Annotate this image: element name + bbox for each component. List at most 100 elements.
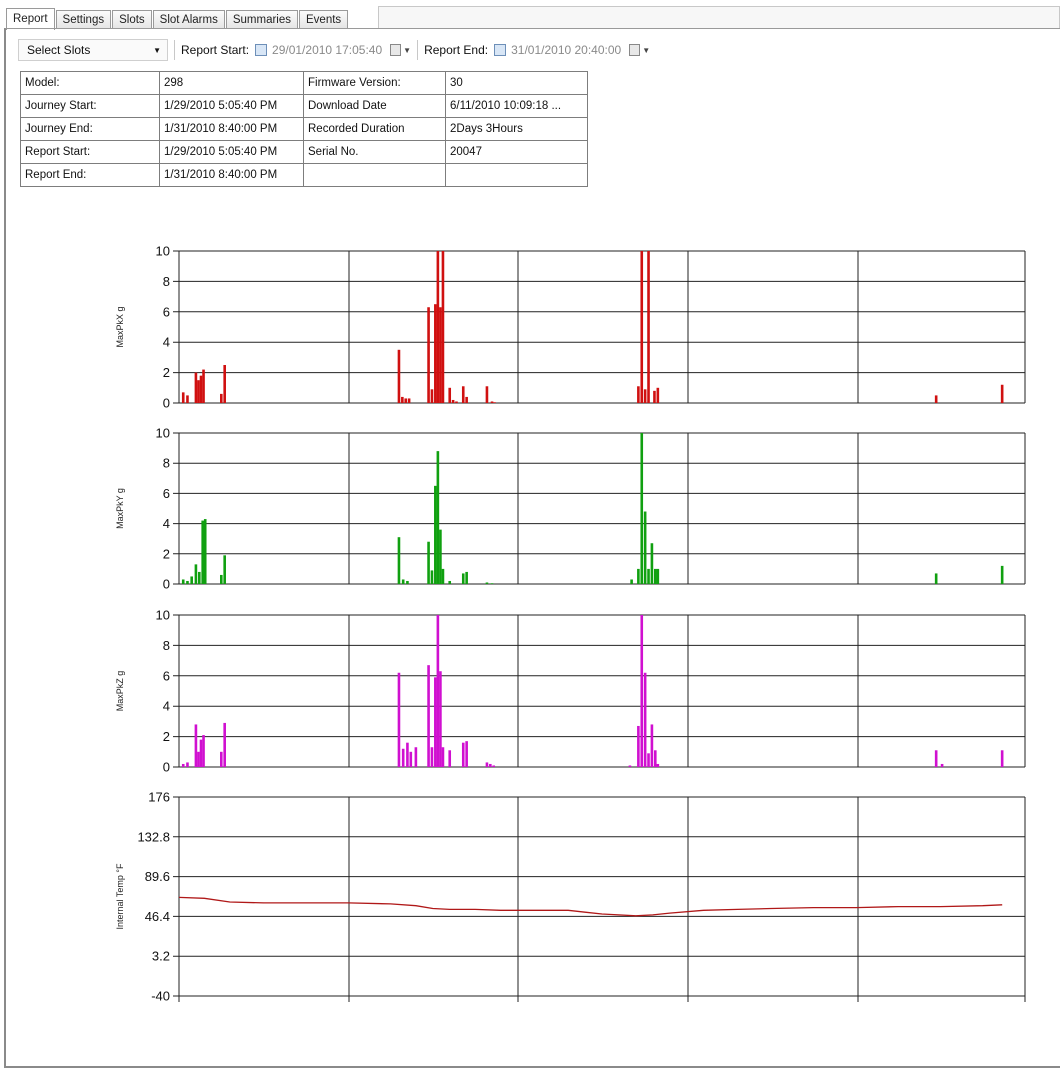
y-tick-label: 8	[163, 274, 170, 289]
data-bar	[461, 573, 465, 584]
data-bar	[485, 582, 489, 584]
data-bar	[465, 741, 468, 767]
data-bar	[223, 722, 226, 767]
data-bar	[934, 573, 938, 584]
data-bar	[439, 529, 442, 584]
data-bar	[181, 763, 185, 767]
data-bar	[656, 568, 660, 584]
data-bar	[427, 541, 430, 584]
y-tick-label: 8	[163, 638, 170, 653]
data-bar	[203, 519, 207, 584]
data-bar	[637, 386, 640, 403]
y-tick-label: 6	[163, 304, 170, 319]
data-bar	[490, 583, 494, 584]
data-bar	[640, 615, 644, 767]
data-bar	[647, 753, 650, 767]
data-bar	[628, 765, 632, 767]
data-bar	[490, 401, 494, 403]
data-bar	[202, 735, 205, 767]
data-bar	[461, 386, 465, 403]
y-axis-label: MaxPkY g	[115, 488, 125, 529]
sensor-charts: 10 8 6 4 2 0 MaxPkX g 10 8 6 4 2 0 MaxPkY g 10 8 6 4 2 0 Max…	[115, 244, 1026, 1004]
y-tick-label: 8	[163, 456, 170, 471]
data-bar	[427, 307, 430, 403]
y-tick-label: -40	[151, 989, 170, 1004]
data-bar	[461, 742, 465, 767]
data-bar	[637, 568, 640, 584]
data-bar	[643, 511, 647, 584]
y-tick-label: 0	[163, 577, 170, 592]
data-bar	[441, 251, 445, 403]
data-bar	[199, 375, 203, 403]
data-bar	[650, 724, 654, 767]
data-bar	[430, 570, 434, 584]
data-bar	[202, 369, 205, 403]
data-bar	[934, 395, 938, 403]
data-bar	[485, 762, 489, 767]
data-bar	[220, 574, 223, 584]
data-bar	[451, 399, 455, 403]
y-tick-label: 10	[156, 608, 170, 623]
y-tick-label: 6	[163, 486, 170, 501]
data-bar	[194, 724, 198, 767]
y-tick-label: 0	[163, 760, 170, 775]
data-bar	[427, 665, 430, 767]
y-tick-label: 6	[163, 668, 170, 683]
data-bar	[1000, 750, 1004, 767]
data-bar	[643, 672, 647, 767]
data-bar	[194, 372, 198, 403]
data-bar	[201, 520, 204, 584]
data-bar	[397, 672, 401, 767]
data-bar	[186, 395, 189, 403]
data-bar	[430, 389, 434, 403]
data-bar	[406, 580, 409, 584]
data-bar	[404, 398, 408, 403]
data-bar	[430, 747, 434, 767]
data-bar	[647, 251, 650, 403]
y-tick-label: 4	[163, 335, 170, 350]
data-bar	[181, 579, 185, 584]
y-tick-label: 4	[163, 516, 170, 531]
data-bar	[441, 747, 445, 767]
data-bar	[434, 485, 437, 584]
data-bar	[653, 750, 657, 767]
data-bar	[181, 392, 185, 403]
data-bar	[197, 380, 200, 403]
data-bar	[397, 537, 401, 584]
data-bar	[220, 751, 223, 767]
data-bar	[940, 763, 944, 767]
y-tick-label: 10	[156, 244, 170, 259]
data-bar	[630, 579, 633, 584]
data-bar	[653, 390, 656, 403]
data-bar	[650, 543, 654, 584]
data-bar	[640, 251, 644, 403]
data-bar	[1000, 384, 1004, 403]
data-bar	[406, 742, 409, 767]
data-bar	[194, 564, 198, 584]
data-bar	[401, 579, 405, 584]
y-tick-label: 89.6	[145, 869, 170, 884]
y-tick-label: 10	[156, 426, 170, 441]
data-bar	[190, 576, 193, 584]
data-bar	[409, 751, 413, 767]
data-bar	[199, 739, 203, 767]
y-tick-label: 3.2	[152, 949, 170, 964]
data-bar	[643, 389, 647, 403]
data-bar	[439, 307, 442, 403]
y-tick-label: 46.4	[145, 909, 170, 924]
y-tick-label: 4	[163, 699, 170, 714]
data-bar	[647, 568, 650, 584]
data-bar	[436, 615, 440, 767]
data-bar	[186, 762, 189, 767]
data-bar	[465, 571, 468, 584]
data-bar	[436, 251, 440, 403]
data-bar	[455, 401, 458, 403]
y-tick-label: 176	[148, 790, 170, 805]
data-bar	[656, 387, 660, 403]
y-axis-label: Internal Temp °F	[115, 863, 125, 929]
data-bar	[448, 750, 452, 767]
data-bar	[465, 396, 468, 403]
data-bar	[197, 751, 200, 767]
data-bar	[1000, 565, 1004, 584]
data-bar	[401, 748, 405, 767]
